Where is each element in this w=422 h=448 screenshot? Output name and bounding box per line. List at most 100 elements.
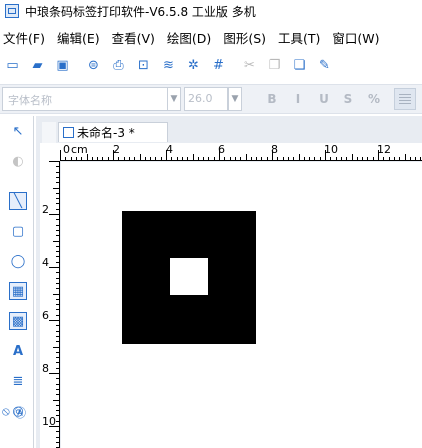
title-bar: 中琅条码标签打印软件-V6.5.8 工业版 多机	[0, 0, 422, 22]
ruler-tick	[56, 415, 59, 417]
menu-shape[interactable]: 图形(S)	[223, 28, 266, 47]
menu-draw[interactable]: 绘图(D)	[167, 28, 211, 47]
ruler-tick	[56, 166, 59, 168]
save-icon[interactable]: ▣	[54, 57, 71, 74]
ruler-tick	[86, 154, 88, 160]
new-file-icon[interactable]: ▭	[4, 57, 21, 74]
ruler-tick	[250, 157, 252, 160]
pointer-icon[interactable]: ↖	[9, 122, 27, 140]
ruler-tick	[56, 357, 59, 359]
ruler-tick	[81, 157, 83, 160]
main-toolbar: ▭ ▰ ▣ ⊜ ⎙ ⊡ ≋ ✲ # ✂ ❐ ❏ ✎	[0, 50, 422, 80]
font-name-select[interactable]: 字体名称	[2, 87, 180, 111]
font-size-input[interactable]: 26.0	[184, 87, 228, 111]
ruler-tick	[107, 157, 109, 160]
underline-button[interactable]: U	[316, 91, 332, 107]
ruler-tick	[155, 157, 157, 160]
menu-file[interactable]: 文件(F)	[3, 28, 45, 47]
ruler-tick	[150, 157, 152, 160]
ruler-tick	[56, 182, 59, 184]
copy-icon[interactable]: ❐	[266, 57, 283, 74]
layers-icon[interactable]: ≋	[160, 57, 177, 74]
format-more-button[interactable]: %	[366, 91, 382, 107]
ruler-tick	[293, 157, 295, 160]
ruler-tick	[272, 150, 273, 160]
ruler-tick	[298, 154, 300, 160]
bold-button[interactable]: B	[264, 91, 280, 107]
ruler-tick	[56, 378, 59, 380]
print-preview-icon[interactable]: ⊡	[135, 57, 152, 74]
ruler-tick	[128, 157, 130, 160]
vruler-label-6: 6	[42, 309, 49, 322]
ruler-tick	[378, 150, 379, 160]
document-tab[interactable]: 未命名-3 *	[58, 122, 168, 142]
ruler-tick	[56, 404, 59, 406]
menu-view[interactable]: 查看(V)	[112, 28, 155, 47]
ruler-tick	[56, 256, 59, 258]
line-tool-icon[interactable]: ╲	[9, 192, 27, 210]
settings-icon[interactable]: ✲	[185, 57, 202, 74]
print-icon[interactable]: ⎙	[110, 57, 127, 74]
ruler-tick	[362, 157, 364, 160]
ruler-tick	[404, 154, 406, 160]
ruler-tick	[166, 150, 167, 160]
cut-icon[interactable]: ✂	[241, 57, 258, 74]
menu-tools[interactable]: 工具(T)	[278, 28, 320, 47]
arc-text-icon[interactable]: Ⓐ	[14, 404, 26, 421]
picture-tool-icon[interactable]: ▩	[9, 312, 27, 330]
ruler-tick	[56, 288, 59, 290]
menu-window[interactable]: 窗口(W)	[332, 28, 379, 47]
ruler-tick	[56, 362, 59, 364]
ruler-tick	[49, 267, 59, 268]
ruler-tick	[56, 171, 59, 173]
italic-button[interactable]: I	[290, 91, 306, 107]
grid-icon[interactable]: #	[210, 57, 227, 74]
ruler-tick	[208, 157, 210, 160]
ruler-tick	[56, 176, 59, 178]
ruler-tick	[192, 154, 194, 160]
ruler-tick	[91, 157, 93, 160]
ruler-tick	[176, 157, 178, 160]
ruler-tick	[56, 383, 59, 385]
ruler-tick	[97, 157, 99, 160]
ruler-tick	[171, 157, 173, 160]
align-left-button[interactable]	[394, 88, 416, 110]
ellipse-tool-icon[interactable]: ◯	[9, 252, 27, 270]
strikethrough-button[interactable]: S	[340, 91, 356, 107]
ruler-tick	[346, 157, 348, 160]
font-dropdown-icon[interactable]: ▼	[167, 87, 181, 111]
ruler-tick	[56, 192, 59, 194]
image-tool-icon[interactable]: ▦	[9, 282, 27, 300]
ruler-tick	[56, 330, 59, 332]
ruler-tick	[113, 150, 114, 160]
font-size-dropdown-icon[interactable]: ▼	[228, 87, 242, 111]
ruler-label-unit: cm	[71, 143, 88, 156]
ruler-label-12: 12	[377, 143, 391, 156]
ruler-tick	[53, 399, 59, 401]
ruler-tick	[56, 277, 59, 279]
vertical-ruler: 2 4 6 8 10	[40, 161, 60, 448]
ruler-tick	[53, 346, 59, 348]
barcode-tool-icon[interactable]: ≣	[9, 372, 27, 390]
paste-icon[interactable]: ❏	[291, 57, 308, 74]
open-folder-icon[interactable]: ▰	[29, 57, 46, 74]
ruler-tick	[56, 251, 59, 253]
text-tool-icon[interactable]: A	[9, 342, 27, 360]
database-icon[interactable]: ⊜	[85, 57, 102, 74]
ruler-tick	[303, 157, 305, 160]
qr-tool-icon[interactable]: ⦸	[2, 404, 10, 419]
ruler-tick	[420, 157, 422, 160]
ruler-tick	[75, 157, 77, 160]
pen-icon[interactable]: ✎	[316, 57, 333, 74]
rotate-icon[interactable]: ◐	[9, 152, 27, 170]
menu-edit[interactable]: 编辑(E)	[57, 28, 100, 47]
black-rectangle-shape[interactable]	[122, 211, 256, 344]
ruler-tick	[56, 394, 59, 396]
ruler-tick	[335, 157, 337, 160]
ruler-tick	[139, 154, 141, 160]
rectangle-tool-icon[interactable]: ▢	[9, 222, 27, 240]
ruler-label-2: 2	[113, 143, 120, 156]
label-canvas[interactable]	[61, 162, 422, 448]
ruler-label-10: 10	[324, 143, 338, 156]
ruler-tick	[56, 367, 59, 369]
